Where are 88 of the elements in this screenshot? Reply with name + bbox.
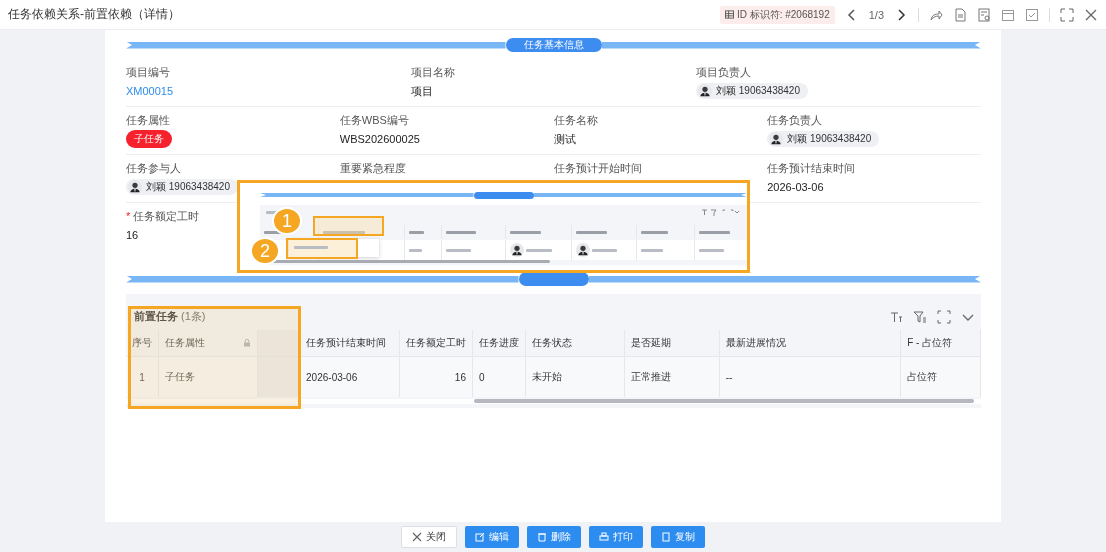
- person-name: 刘颖 19063438420: [146, 180, 230, 194]
- toolbar-icons-drawing: [701, 209, 741, 216]
- column-header: 是否延期: [631, 337, 672, 348]
- table-cell: 子任务: [165, 371, 195, 382]
- close-button[interactable]: 关闭: [401, 526, 457, 548]
- table-cell: 0: [478, 371, 485, 383]
- blurred-text: [641, 230, 668, 234]
- id-label: ID 标识符: #2068192: [736, 7, 830, 22]
- font-size-icon[interactable]: [889, 309, 903, 324]
- highlight-box: [313, 216, 384, 236]
- field-label: 任务预计开始时间: [553, 162, 642, 175]
- highlight-box: [286, 238, 358, 259]
- field-label: 任务参与人: [126, 162, 181, 175]
- delete-button[interactable]: 删除: [527, 526, 581, 548]
- field-label: 重要紧急程度: [339, 162, 406, 175]
- edit-button[interactable]: 编辑: [465, 526, 519, 548]
- blurred-text: [576, 230, 607, 234]
- printer-icon: [599, 532, 609, 542]
- field-label: 任务WBS编号: [339, 114, 409, 127]
- avatar-icon: [576, 243, 590, 257]
- blurred-text: [592, 248, 617, 252]
- window-title: 任务依赖关系-前置依赖（详情）: [8, 6, 181, 23]
- field-value: 2026-03-06: [767, 181, 824, 193]
- column-header: 任务进度: [478, 337, 519, 348]
- blurred-text: [446, 248, 471, 252]
- column-header: 任务额定工时: [405, 337, 466, 348]
- table-cell: 16: [454, 371, 466, 383]
- copy-button[interactable]: 复制: [651, 526, 705, 548]
- table-title: 前置任务: [134, 309, 178, 324]
- blurred-text: [294, 246, 328, 249]
- report-icon[interactable]: [977, 7, 991, 22]
- field-label: 任务名称: [553, 114, 598, 127]
- field-label: 任务预计结束时间: [767, 162, 856, 175]
- project-link[interactable]: XM00015: [126, 85, 174, 97]
- column-header: F - 占位符: [907, 337, 953, 348]
- blurred-text: [699, 248, 724, 252]
- copy-icon: [661, 532, 671, 542]
- field-label: * 任务额定工时: [126, 210, 200, 223]
- table-cell: 未开始: [531, 371, 562, 382]
- table-count: (1条): [181, 309, 206, 324]
- fullscreen-icon[interactable]: [937, 309, 951, 324]
- field-label: 任务负责人: [767, 114, 823, 127]
- table-cell: 正常推进: [631, 371, 672, 382]
- field-label: 项目编号: [126, 66, 170, 79]
- field-value: 16: [126, 229, 139, 241]
- column-header: 任务状态: [531, 337, 572, 348]
- field-label: 项目负责人: [696, 66, 751, 79]
- avatar-icon: [510, 243, 524, 257]
- field-label: 任务属性: [126, 114, 170, 127]
- task-type-tag: 子任务: [126, 130, 172, 148]
- table-cell: --: [725, 371, 733, 383]
- person-name: 刘颖 19063438420: [716, 84, 800, 98]
- section-title: 任务基本信息: [505, 38, 602, 52]
- field-value: WBS202600025: [339, 133, 420, 145]
- document-icon[interactable]: [953, 7, 967, 22]
- grid-icon: [724, 10, 734, 19]
- table-cell: 2026-03-06: [306, 371, 358, 383]
- lock-icon: [243, 339, 252, 347]
- section-pill: [473, 191, 534, 199]
- checkbox-icon[interactable]: [1025, 7, 1039, 22]
- pager-text: 1/3: [868, 8, 884, 21]
- close-icon[interactable]: [1084, 7, 1098, 22]
- field-value: 项目: [411, 83, 433, 99]
- person-name: 刘颖 19063438420: [787, 132, 872, 146]
- close-icon: [412, 532, 422, 542]
- column-header: 任务预计结束时间: [306, 337, 387, 348]
- column-header: 序号: [132, 337, 152, 348]
- field-value: 测试: [553, 131, 576, 147]
- fullscreen-icon[interactable]: [1060, 7, 1074, 22]
- column-header: 任务属性: [165, 336, 205, 350]
- edit-icon: [475, 532, 485, 542]
- calendar-icon[interactable]: [1001, 7, 1015, 22]
- print-button[interactable]: 打印: [589, 526, 643, 548]
- field-label: 项目名称: [411, 66, 455, 79]
- table-cell: 1: [139, 371, 145, 383]
- column-header: 最新进展情况: [725, 337, 786, 348]
- blurred-text: [409, 230, 424, 234]
- table-cell: 占位符: [907, 371, 938, 382]
- blurred-text: [699, 230, 730, 234]
- filter-icon[interactable]: [913, 309, 927, 324]
- blurred-text: [409, 248, 422, 252]
- blurred-text: [323, 230, 365, 234]
- trash-icon: [537, 532, 547, 542]
- blurred-text: [446, 230, 476, 234]
- blurred-text: [526, 248, 552, 252]
- blurred-text: [641, 248, 663, 252]
- blurred-text: [510, 230, 541, 234]
- step-badge: 2: [250, 237, 280, 265]
